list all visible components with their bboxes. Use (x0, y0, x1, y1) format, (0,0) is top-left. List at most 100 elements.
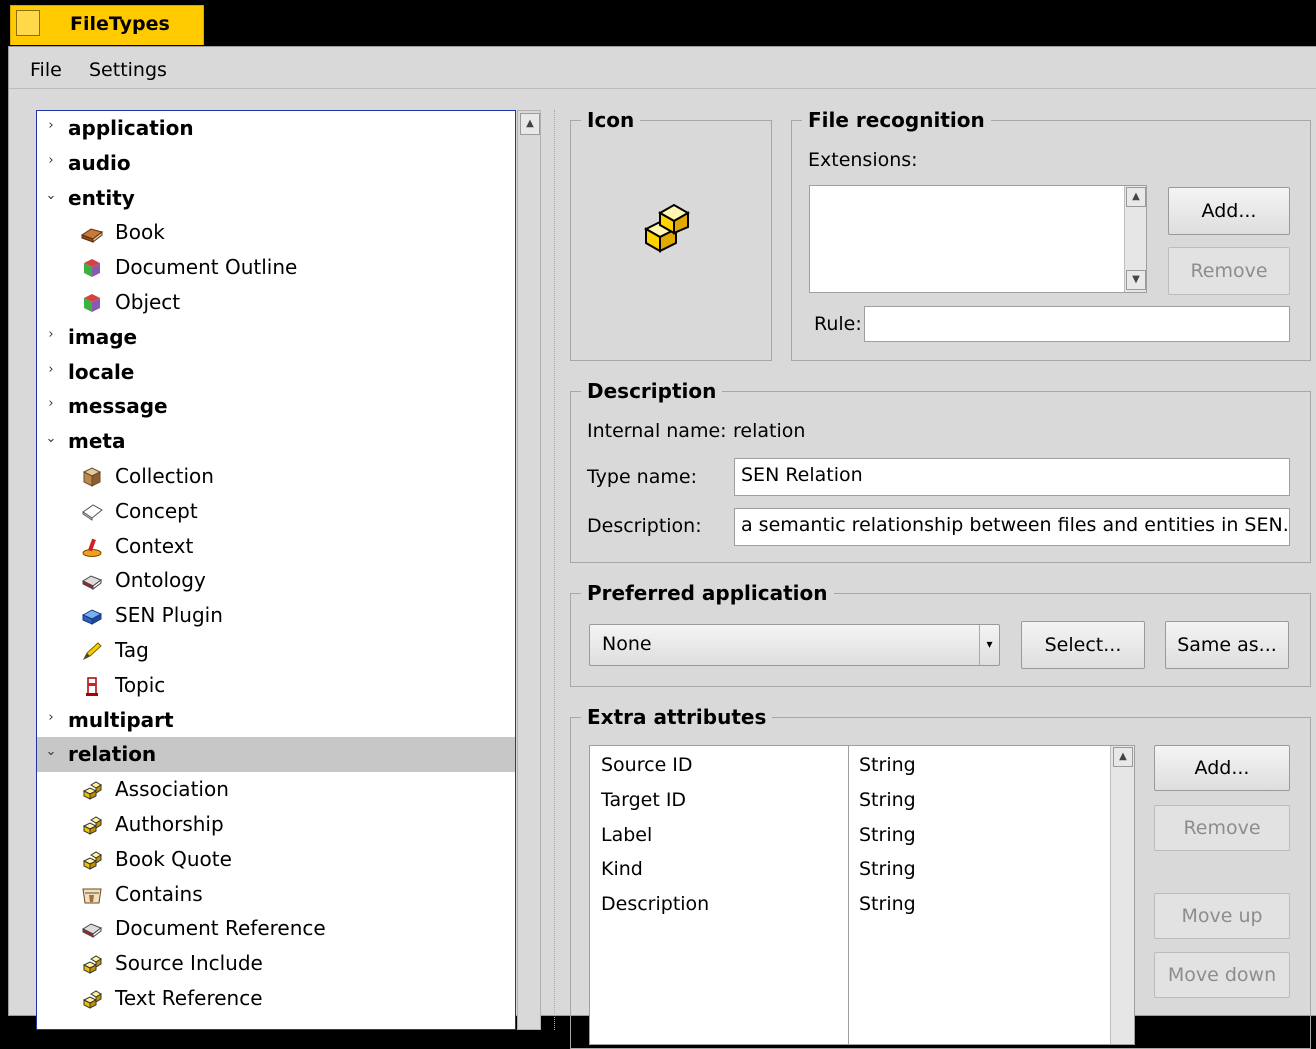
tree-item[interactable]: Document Reference (37, 911, 515, 946)
collapsed-arrow-icon[interactable]: › (45, 362, 57, 377)
extensions-scrollbar[interactable]: ▲ ▼ (1124, 186, 1146, 292)
tree-item-label: SEN Plugin (115, 603, 223, 628)
window-menu-icon[interactable] (16, 10, 40, 36)
attribute-add-button[interactable]: Add... (1154, 745, 1290, 791)
extra-attributes-title: Extra attributes (581, 705, 773, 729)
tree-item[interactable]: Tag (37, 633, 515, 668)
collapsed-arrow-icon[interactable]: › (45, 327, 57, 342)
tree-category-label: message (68, 394, 168, 419)
tree-item-label: Topic (115, 672, 166, 697)
attribute-row[interactable]: Kind String (590, 854, 1110, 888)
tree-category[interactable]: › locale (37, 355, 515, 390)
tree-item[interactable]: SEN Plugin (37, 598, 515, 633)
preferred-application-group: Preferred application None ▾ Select... S… (570, 581, 1311, 687)
tree-item[interactable]: Book Quote (37, 842, 515, 877)
tree-item[interactable]: Collection (37, 459, 515, 494)
attribute-row[interactable]: Source ID String (590, 750, 1110, 784)
rule-input[interactable] (864, 306, 1290, 342)
tree-item[interactable]: Association (37, 772, 515, 807)
tree-category[interactable]: › message (37, 389, 515, 424)
tree-category[interactable]: ⌄ relation (37, 737, 515, 773)
scroll-up-button[interactable]: ▲ (520, 113, 540, 135)
expanded-arrow-icon[interactable]: ⌄ (45, 744, 57, 759)
menu-settings[interactable]: Settings (89, 59, 167, 81)
extensions-list[interactable]: ▲ ▼ (809, 185, 1147, 293)
tree-category-label: locale (68, 359, 135, 384)
contains-icon (82, 888, 102, 904)
collapsed-arrow-icon[interactable]: › (45, 710, 57, 725)
rule-label: Rule: (814, 313, 862, 335)
tree-category[interactable]: ⌄ meta (37, 424, 515, 459)
application-dropdown-value: None (602, 633, 652, 655)
tree-item-label: Book (115, 220, 165, 245)
extension-add-button[interactable]: Add... (1168, 187, 1290, 235)
tree-category[interactable]: › application (37, 111, 515, 146)
tree-scrollbar[interactable]: ▲ (517, 110, 541, 1030)
tree-item-label: Document Outline (115, 255, 298, 280)
attribute-row[interactable]: Description String (590, 889, 1110, 923)
attribute-row[interactable]: Target ID String (590, 785, 1110, 819)
tree-item-label: Ontology (115, 568, 206, 593)
description-input[interactable]: a semantic relationship between files an… (734, 508, 1290, 546)
tree-item[interactable]: Topic (37, 668, 515, 703)
icon-group-title: Icon (581, 108, 641, 132)
file-recognition-group: File recognition Extensions: ▲ ▼ Add... … (791, 108, 1311, 361)
filetype-tree[interactable]: › application › audio ⌄ entity Book Document Ou… (36, 110, 516, 1030)
tree-item[interactable]: Text Reference (37, 981, 515, 1016)
tree-category[interactable]: ⌄ entity (37, 181, 515, 216)
tree-item-label: Association (115, 777, 229, 802)
scroll-up-button[interactable]: ▲ (1126, 187, 1146, 207)
topic-icon (86, 677, 98, 696)
menu-file[interactable]: File (30, 59, 62, 81)
tree-item[interactable]: Contains (37, 877, 515, 912)
tree-item[interactable]: Authorship (37, 807, 515, 842)
scroll-down-button[interactable]: ▼ (1126, 270, 1146, 290)
application-dropdown[interactable]: None ▾ (589, 624, 1000, 666)
internal-name-value: relation (733, 420, 806, 442)
move-up-button[interactable]: Move up (1154, 893, 1290, 939)
tree-item[interactable]: Context (37, 529, 515, 564)
icon-group: Icon (570, 108, 772, 361)
tree-item[interactable]: Source Include (37, 946, 515, 981)
tree-item[interactable]: Concept (37, 494, 515, 529)
scroll-up-button[interactable]: ▲ (1113, 747, 1133, 767)
move-down-button[interactable]: Move down (1154, 952, 1290, 998)
tree-category[interactable]: › audio (37, 146, 515, 181)
cube-icon (84, 259, 100, 278)
tree-item-label: Document Reference (115, 916, 326, 941)
tree-item[interactable]: Object (37, 285, 515, 320)
attribute-row[interactable]: Label String (590, 820, 1110, 854)
expanded-arrow-icon[interactable]: ⌄ (45, 431, 57, 446)
tree-category-label: meta (68, 429, 126, 454)
extension-remove-button[interactable]: Remove (1168, 247, 1290, 295)
tree-category[interactable]: › image (37, 320, 515, 355)
book-icon (81, 228, 103, 244)
tree-category-label: multipart (68, 707, 174, 732)
attribute-type: String (859, 788, 916, 811)
attributes-scrollbar[interactable]: ▲ (1110, 746, 1134, 1044)
ontology-icon (81, 923, 103, 939)
dropdown-arrow-icon[interactable]: ▾ (979, 625, 999, 665)
collapsed-arrow-icon[interactable]: › (45, 153, 57, 168)
attribute-type: String (859, 823, 916, 846)
tree-item[interactable]: Ontology (37, 563, 515, 598)
attribute-name: Description (601, 893, 710, 916)
collapsed-arrow-icon[interactable]: › (45, 396, 57, 411)
relation-large-icon[interactable] (626, 199, 700, 263)
same-as-button[interactable]: Same as... (1165, 621, 1289, 669)
tag-icon (82, 642, 102, 661)
attributes-table[interactable]: Source ID String Target ID String Label Strin… (589, 745, 1135, 1045)
collapsed-arrow-icon[interactable]: › (45, 118, 57, 133)
tree-item[interactable]: Book (37, 215, 515, 250)
type-name-input[interactable]: SEN Relation (734, 458, 1290, 496)
tree-item-label: Text Reference (115, 986, 263, 1010)
menubar: File Settings (9, 47, 1316, 89)
extra-attributes-group: Extra attributes Source ID String Target I… (570, 705, 1311, 1049)
expanded-arrow-icon[interactable]: ⌄ (45, 188, 57, 203)
tree-category[interactable]: › multipart (37, 703, 515, 738)
splitter[interactable] (554, 110, 555, 1030)
tree-item[interactable]: Document Outline (37, 250, 515, 285)
select-application-button[interactable]: Select... (1021, 621, 1145, 669)
attribute-remove-button[interactable]: Remove (1154, 805, 1290, 851)
tree-item-label: Tag (115, 638, 149, 662)
